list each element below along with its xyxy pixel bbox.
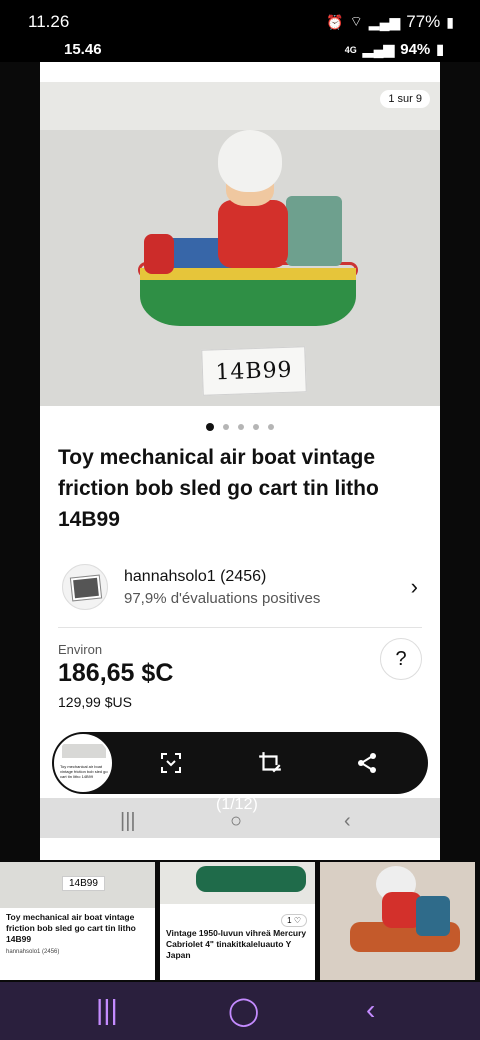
recent-screenshots: 14B99 Toy mechanical air boat vintage fr… [0,862,480,982]
share-button[interactable] [352,748,382,778]
image-counter: 1 sur 9 [380,90,430,108]
chevron-right-icon: › [410,574,418,599]
approx-label: Environ [58,642,103,657]
screenshot-toolbar: Toy mechanical air boat vintage friction… [52,732,428,794]
carousel-dot[interactable] [268,424,274,430]
car-image [196,866,306,892]
carousel-dots[interactable] [40,406,440,442]
back-button[interactable]: ‹ [366,994,375,1026]
recent-seller: hannahsolo1 (2456) [6,949,60,955]
inner-status-bar: 15.46 4G ▂▄▆ 94% ▮ [0,38,480,62]
seller-name: hannahsolo1 (2456) [124,568,267,585]
toy-sled [140,268,356,326]
recent-card[interactable]: 1 ♡ Vintage 1950-luvun vihreä Mercury Ca… [160,862,315,980]
back-icon: ‹ [344,810,351,832]
original-price: 129,99 $US [58,694,132,710]
crop-edit-icon [259,752,281,773]
scroll-capture-button[interactable] [156,748,186,778]
share-icon [358,753,376,773]
price-section: Environ 186,65 $C 129,99 $US ? [40,628,440,718]
recent-tag: 14B99 [62,876,105,891]
inner-signal-icon: ▂▄▆ [362,41,395,57]
price: 186,65 $C [58,659,174,687]
recent-card[interactable]: 14B99 Toy mechanical air boat vintage fr… [0,862,155,980]
battery-percent: 77% [406,12,441,31]
listing-title: Toy mechanical air boat vintage friction… [58,446,379,531]
battery-icon: ▮ [446,13,454,30]
item-tag: 14B99 [201,346,307,396]
recent-card[interactable] [320,862,475,980]
help-button[interactable]: ? [380,638,422,680]
recents-icon: ||| [120,810,136,832]
home-icon: ○ [230,810,243,832]
toy-helmet [218,130,282,192]
screenshot-thumbnail[interactable]: Toy mechanical air boat vintage friction… [54,734,112,792]
scroll-capture-icon [161,753,181,773]
product-image[interactable]: 1 sur 9 14B99 [40,82,440,406]
carousel-dot[interactable] [238,424,244,430]
thumbnail-text: Toy mechanical air boat vintage friction… [60,764,108,779]
seller-row[interactable]: hannahsolo1 (2456) 97,9% d'évaluations p… [58,556,422,628]
carousel-dot[interactable] [253,424,259,430]
edit-crop-button[interactable] [255,748,285,778]
recent-title: Vintage 1950-luvun vihreä Mercury Cabrio… [166,928,307,960]
carousel-dot[interactable] [206,423,214,431]
seller-feedback: 97,9% d'évaluations positives [124,590,321,607]
alarm-icon: ⏰ [326,13,344,30]
status-bar: 11.26 ⏰ ⌔ ▂▄▆ 77% ▮ [0,0,480,38]
network-type: 4G [344,44,357,55]
seller-avatar [62,564,108,610]
home-button[interactable]: ◯ [228,994,259,1027]
inner-battery-percent: 94% [400,41,431,58]
status-time: 11.26 [28,12,70,31]
inner-battery-icon: ▮ [436,41,444,57]
inner-status-time: 15.46 [64,41,102,58]
inner-nav-bar: (1/12) ||| ○ ‹ [40,796,440,838]
wifi-icon: ⌔ [349,13,363,29]
system-nav-bar: ||| ◯ ‹ [0,982,480,1040]
signal-icon: ▂▄▆ [368,13,401,30]
recent-title: Toy mechanical air boat vintage friction… [6,912,136,944]
screen: 11.26 ⏰ ⌔ ▂▄▆ 77% ▮ 15.46 4G ▂▄▆ 94% ▮ 1… [0,0,480,1040]
carousel-dot[interactable] [223,424,229,430]
watch-badge: 1 ♡ [281,914,307,927]
recents-button[interactable]: ||| [96,994,118,1026]
